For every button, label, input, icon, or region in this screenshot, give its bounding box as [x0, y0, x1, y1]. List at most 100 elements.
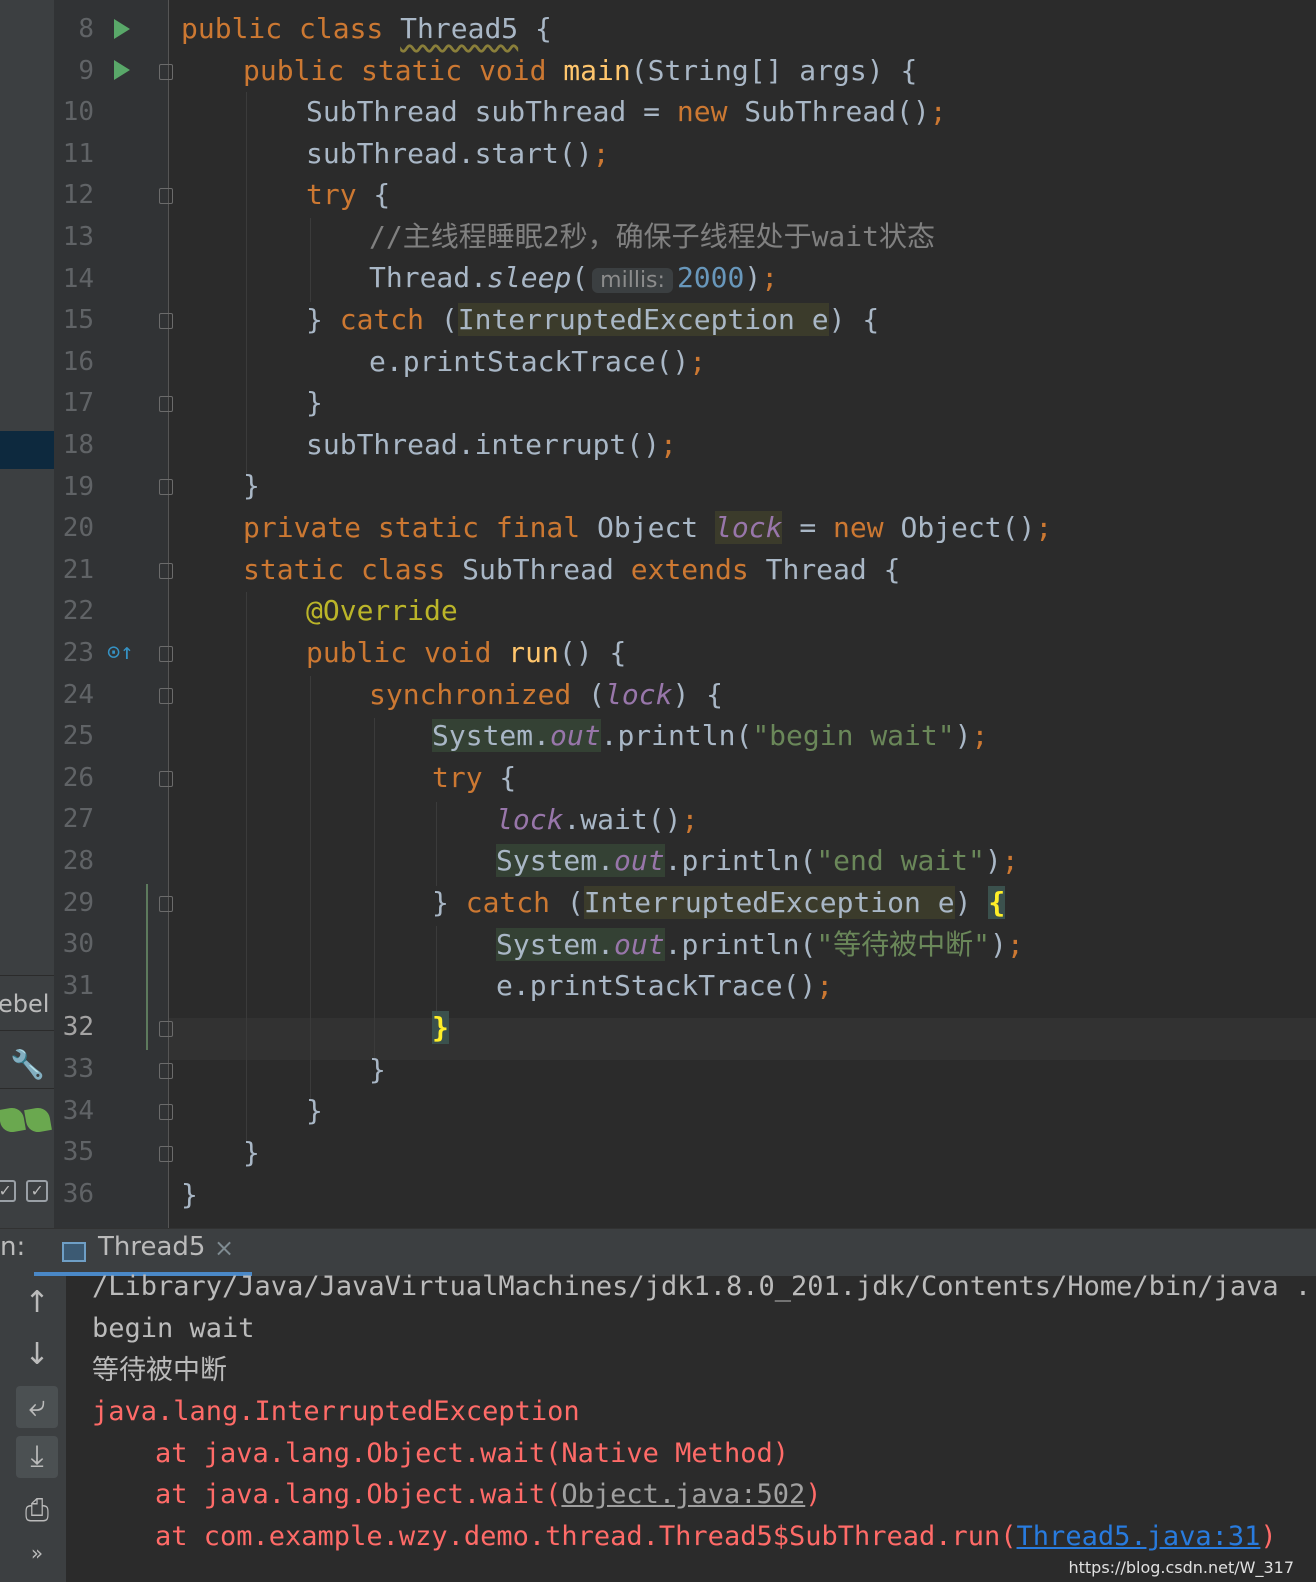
up-arrow-icon[interactable]: ↑	[16, 1282, 58, 1324]
line-number: 26	[62, 762, 94, 793]
code-token: ) {	[672, 678, 724, 711]
code-token: try	[306, 178, 357, 211]
class-name: Thread5	[400, 12, 519, 45]
line-number: 33	[62, 1054, 94, 1084]
code-token: Object()	[883, 511, 1036, 544]
stack-trace-link[interactable]: Object.java:502	[561, 1479, 805, 1510]
line-number: 19	[62, 471, 94, 502]
jrebel-tab-label[interactable]: ebel	[0, 990, 49, 1018]
fold-icon[interactable]	[159, 1063, 173, 1079]
line-number: 11	[62, 138, 94, 169]
line-number: 25	[62, 721, 94, 752]
code-token: System.	[496, 844, 615, 877]
line-number: 30	[62, 929, 94, 960]
run-main-icon[interactable]	[114, 60, 130, 80]
line-number: 10	[62, 97, 94, 128]
code-line-21: static class SubThread extends Thread {	[243, 549, 900, 591]
code-token: () {	[558, 636, 627, 669]
field-token: out	[614, 928, 665, 961]
stack-trace-line: at java.lang.Object.wait(Object.java:502…	[155, 1474, 822, 1516]
fold-icon[interactable]	[159, 1104, 173, 1120]
fold-icon[interactable]	[159, 646, 173, 662]
code-token: }	[243, 469, 260, 502]
code-token: Object	[597, 511, 716, 544]
scroll-to-end-icon[interactable]: ⤓	[16, 1436, 58, 1478]
code-token: .println(	[664, 844, 817, 877]
code-token: Thread {	[748, 553, 901, 586]
vcs-change-marker	[146, 884, 148, 1050]
line-number: 9	[78, 55, 94, 86]
code-token: (	[571, 678, 606, 711]
wrench-icon[interactable]: 🔧	[10, 1048, 45, 1081]
fold-icon[interactable]	[159, 64, 173, 80]
code-token: }	[306, 303, 340, 336]
line-number: 14	[62, 263, 94, 294]
indent-guide	[246, 92, 247, 476]
code-line-33: }	[369, 1049, 386, 1091]
stack-trace-link[interactable]: Thread5.java:31	[1017, 1521, 1261, 1552]
code-token: SubThread subThread =	[306, 95, 677, 128]
code-token: ;	[816, 969, 834, 1002]
code-token: }	[181, 1178, 198, 1211]
line-number: 23	[62, 638, 94, 668]
strip-divider	[0, 1030, 54, 1031]
soft-wrap-icon[interactable]: ⤶	[16, 1386, 58, 1428]
run-class-icon[interactable]	[114, 19, 130, 39]
code-token: e.printStackTrace()	[369, 345, 690, 378]
console-exception-line: java.lang.InterruptedException	[92, 1396, 580, 1427]
code-token: {	[482, 761, 517, 794]
code-token: }	[306, 386, 323, 419]
fold-icon[interactable]	[159, 313, 173, 329]
line-number: 28	[62, 846, 94, 876]
code-token: e.printStackTrace()	[496, 969, 817, 1002]
fold-icon[interactable]	[159, 563, 173, 579]
fold-icon[interactable]	[159, 479, 173, 495]
code-token: ;	[1001, 844, 1019, 877]
code-token: }	[369, 1053, 386, 1086]
method-name: sleep	[487, 261, 572, 294]
line-number: 35	[62, 1137, 94, 1168]
watermark: https://blog.csdn.net/W_317	[1068, 1558, 1294, 1577]
stack-trace-text: )	[1260, 1521, 1277, 1552]
line-number: 15	[62, 305, 94, 336]
code-token: ) {	[828, 303, 880, 336]
fold-icon[interactable]	[159, 1146, 173, 1162]
parameter-hint: millis:	[592, 268, 673, 293]
code-token: {	[356, 178, 391, 211]
code-line-19: }	[243, 465, 260, 507]
run-window-label: n:	[0, 1232, 26, 1262]
line-number: 21	[62, 554, 94, 585]
field-token: lock	[605, 678, 673, 711]
code-token: ;	[761, 261, 779, 294]
fold-icon[interactable]	[159, 1021, 173, 1037]
code-token: static class	[243, 553, 463, 586]
line-number: 22	[62, 596, 94, 627]
code-token: new	[676, 95, 728, 128]
fold-icon[interactable]	[159, 771, 173, 787]
print-icon[interactable]: ⎙	[16, 1490, 58, 1532]
checkbox-icon[interactable]: ✓	[26, 1180, 48, 1202]
checkbox-icon[interactable]: ✓	[0, 1180, 16, 1202]
fold-icon[interactable]	[159, 188, 173, 204]
line-number: 36	[62, 1178, 94, 1209]
code-token: (	[550, 886, 584, 919]
fold-icon[interactable]	[159, 688, 173, 704]
close-icon[interactable]: ×	[214, 1234, 234, 1262]
jrebel-cloud-icon[interactable]	[24, 1106, 52, 1134]
code-token: subThread.start()	[306, 137, 593, 170]
console-icon	[62, 1242, 86, 1262]
selected-strip-item[interactable]	[0, 431, 54, 469]
down-arrow-icon[interactable]: ↓	[16, 1334, 58, 1376]
highlighted-token: InterruptedException e	[457, 303, 829, 336]
code-token: public static void	[243, 54, 564, 87]
jrebel-leaf-icon[interactable]	[0, 1106, 26, 1134]
code-token: }	[306, 1094, 323, 1127]
fold-icon[interactable]	[159, 896, 173, 912]
line-number: 31	[62, 970, 94, 1001]
code-token: System.	[432, 719, 551, 752]
stack-trace-line: at java.lang.Object.wait(Native Method)	[155, 1438, 789, 1469]
more-icon[interactable]: »	[16, 1532, 58, 1574]
console-output-line: begin wait	[92, 1313, 255, 1344]
fold-icon[interactable]	[159, 396, 173, 412]
override-method-icon[interactable]: ⊙↑	[107, 640, 134, 665]
